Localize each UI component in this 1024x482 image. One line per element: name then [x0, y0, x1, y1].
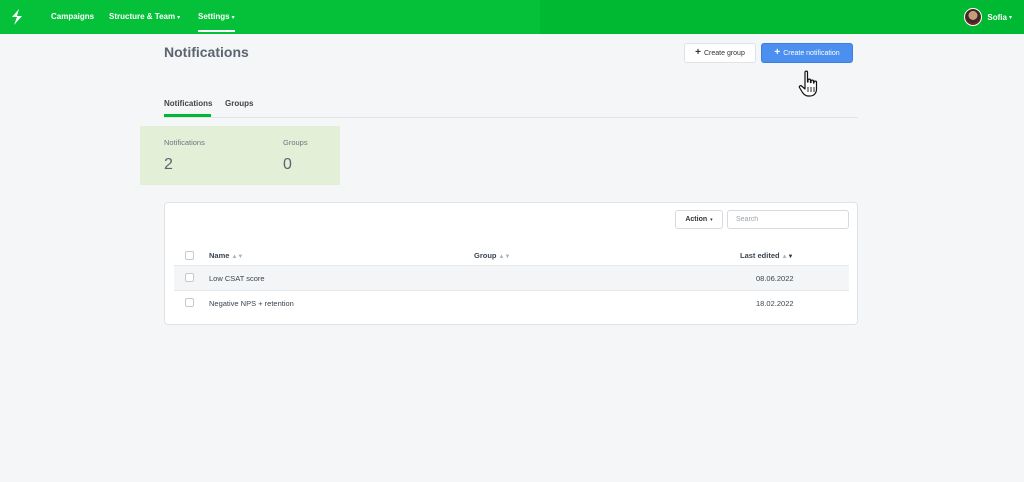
column-header-name[interactable]: Name ▲▼ — [209, 251, 243, 260]
tab-groups[interactable]: Groups — [225, 99, 253, 108]
search-input[interactable] — [727, 210, 849, 229]
column-header-label: Name — [209, 251, 230, 260]
column-header-label: Group — [474, 251, 497, 260]
sort-icon: ▲▼ — [498, 254, 511, 260]
table-row[interactable]: Low CSAT score 08.06.2022 — [174, 266, 849, 290]
user-name: Sofia — [987, 12, 1007, 22]
logo-icon[interactable] — [8, 8, 26, 26]
nav-item-structure-team[interactable]: Structure & Team ▾ — [109, 0, 180, 34]
sort-icon: ▲▼ — [231, 254, 244, 260]
top-navigation-bar: Campaigns Structure & Team ▾ Settings ▾ So… — [0, 0, 1024, 34]
stat-groups-value: 0 — [283, 156, 292, 173]
column-header-last-edited[interactable]: Last edited ▲▼ — [740, 251, 794, 260]
row-name: Negative NPS + retention — [209, 299, 294, 308]
stats-summary: Notifications 2 Groups 0 — [140, 126, 340, 185]
row-checkbox[interactable] — [185, 298, 194, 307]
sort-icon: ▲▼ — [782, 254, 794, 260]
plus-icon: + — [774, 47, 781, 58]
create-group-button[interactable]: + Create group — [684, 43, 756, 63]
nav-active-indicator — [198, 30, 235, 32]
row-checkbox[interactable] — [185, 273, 194, 282]
create-notification-button[interactable]: + Create notification — [761, 43, 853, 63]
create-notification-label: Create notification — [783, 49, 840, 57]
caret-down-icon: ▾ — [1008, 14, 1012, 21]
caret-down-icon: ▾ — [231, 15, 235, 21]
stat-notifications-label: Notifications — [164, 138, 205, 147]
stat-groups-label: Groups — [283, 138, 308, 147]
user-menu[interactable]: Sofia ▾ — [964, 8, 1012, 26]
plus-icon: + — [695, 47, 701, 58]
column-header-group[interactable]: Group ▲▼ — [474, 251, 510, 260]
stat-notifications-value: 2 — [164, 156, 173, 173]
tab-notifications[interactable]: Notifications — [164, 99, 212, 108]
nav-item-campaigns[interactable]: Campaigns — [51, 0, 94, 34]
create-group-label: Create group — [703, 49, 745, 57]
action-dropdown-button[interactable]: Action ▾ — [675, 210, 723, 229]
nav-item-label: Campaigns — [51, 12, 95, 21]
page-title: Notifications — [164, 44, 249, 60]
table-row[interactable]: Negative NPS + retention 18.02.2022 — [174, 291, 849, 315]
hand-pointer-icon — [798, 70, 818, 97]
nav-item-label: Settings — [198, 12, 230, 21]
action-label: Action — [685, 216, 708, 223]
nav-item-label: Structure & Team — [109, 12, 176, 21]
tabs-divider — [164, 117, 858, 118]
column-header-label: Last edited — [740, 251, 780, 260]
avatar — [964, 8, 983, 26]
caret-down-icon: ▾ — [710, 216, 713, 223]
row-last-edited: 08.06.2022 — [756, 274, 794, 283]
row-name: Low CSAT score — [209, 274, 265, 283]
nav-item-settings[interactable]: Settings ▾ — [198, 0, 235, 34]
caret-down-icon: ▾ — [177, 15, 181, 21]
row-last-edited: 18.02.2022 — [756, 299, 794, 308]
sort-down-icon: ▼ — [787, 254, 794, 260]
notifications-table-panel: Action▾ Name▲▼ Group▲▼ Last edited▲▼ Low… — [164, 202, 858, 325]
select-all-checkbox[interactable] — [185, 251, 194, 260]
